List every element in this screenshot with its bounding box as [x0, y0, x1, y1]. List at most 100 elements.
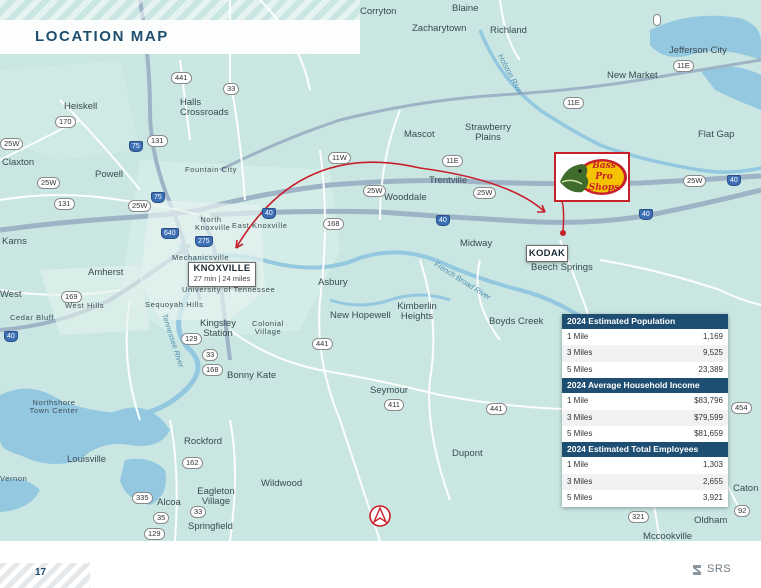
route-shield: 33: [223, 83, 240, 95]
interstate-shield: 40: [639, 209, 653, 220]
stats-heading: 2024 Estimated Population: [562, 314, 728, 329]
page-footer: 17 SRS: [0, 541, 761, 588]
place-label: Richland: [490, 25, 527, 36]
place-label: Oldham: [694, 515, 728, 526]
place-label: Midway: [460, 238, 493, 249]
place-label: Vernon: [0, 474, 28, 483]
place-label: West: [0, 289, 22, 300]
place-label: Caton: [733, 483, 759, 494]
route-shield: 25W: [0, 138, 24, 150]
route-shield: 25W: [683, 175, 707, 187]
route-shield: 35: [153, 512, 170, 524]
route-shield: 131: [147, 135, 168, 147]
route-shield: 131: [54, 198, 75, 210]
srs-logo-icon: [693, 565, 701, 575]
route-shield: 441: [486, 403, 507, 415]
bass-pro-shops-logo[interactable]: Bass Pro Shops: [554, 152, 630, 202]
place-label: Seymour: [370, 385, 409, 396]
stats-value: 1,169: [702, 332, 723, 341]
route-shield: 129: [144, 528, 165, 540]
place-label: Springfield: [188, 521, 233, 532]
place-label: Jefferson City: [669, 45, 727, 56]
stats-row: 5 Miles 23,389: [562, 362, 728, 378]
stats-row: 3 Miles 2,655: [562, 473, 728, 491]
place-label: Heiskell: [64, 101, 98, 112]
interstate-shield: 75: [129, 141, 143, 152]
place-label: Kingsley Station: [200, 318, 236, 339]
route-shield: 33: [202, 349, 219, 361]
place-label: Halls Crossroads: [180, 97, 229, 118]
place-label: Flat Gap: [698, 129, 735, 140]
stats-value: $83,796: [694, 396, 723, 406]
interstate-shield: 75: [151, 192, 165, 203]
place-label: Karns: [2, 236, 27, 247]
stats-value: 23,389: [698, 364, 723, 374]
place-label: Mascot: [404, 129, 435, 140]
stats-label: 3 Miles: [567, 476, 593, 486]
stats-row: 5 Miles $81,659: [562, 426, 728, 442]
place-label: Colonial Village: [252, 319, 284, 336]
stats-heading: 2024 Estimated Total Employees: [562, 442, 728, 458]
place-label: Eagleton Village: [197, 486, 235, 507]
route-shield: [653, 14, 661, 26]
stats-label: 5 Miles: [567, 428, 593, 438]
stats-heading: 2024 Average Household Income: [562, 378, 728, 394]
place-label: Mccookville: [643, 531, 693, 541]
stats-value: $81,659: [694, 428, 723, 438]
place-label: Asbury: [318, 277, 348, 288]
place-label: North Knoxville: [195, 215, 231, 232]
place-label: Kimberlin Heights: [397, 301, 437, 322]
interstate-shield: 640: [161, 228, 179, 239]
page-title: LOCATION MAP: [35, 28, 169, 45]
route-shield: 11E: [563, 97, 584, 109]
route-shield: 92: [734, 505, 751, 517]
route-shield: 11E: [673, 60, 694, 72]
route-shield: 170: [55, 116, 76, 128]
place-label: East Knoxville: [232, 221, 288, 230]
place-label: Wooddale: [384, 192, 427, 203]
bass-pro-shops-logo-mark: Bass Pro Shops: [560, 159, 627, 195]
route-shield: 25W: [473, 187, 497, 199]
callout-drive-time: 27 min | 24 miles: [193, 274, 251, 283]
place-label: Strawberry Plains: [465, 122, 511, 143]
stats-row: 1 Mile $83,796: [562, 393, 728, 409]
place-label: Claxton: [2, 157, 35, 168]
route-shield: 169: [61, 291, 82, 303]
decorative-stripes: [0, 0, 360, 20]
logo-text: Bass: [591, 161, 616, 171]
route-shield: 441: [171, 72, 192, 84]
place-label: Amherst: [88, 267, 124, 278]
route-shield: 411: [384, 399, 404, 411]
compass-icon: [369, 505, 391, 527]
place-label: University of Tennessee: [182, 285, 276, 294]
place-label: Dupont: [452, 448, 483, 459]
place-label: Northshore Town Center: [29, 398, 79, 415]
brand-text: SRS: [707, 563, 732, 575]
place-label: Zacharytown: [412, 23, 467, 34]
place-label: Boyds Creek: [489, 316, 544, 327]
page-number: 17: [35, 567, 47, 578]
interstate-shield: 40: [436, 215, 450, 226]
logo-text: Shops: [589, 183, 619, 193]
stats-label: 3 Miles: [567, 348, 593, 358]
route-shield: 33: [190, 506, 207, 518]
knoxville-callout[interactable]: KNOXVILLE 27 min | 24 miles: [188, 262, 256, 287]
route-shield: 25W: [37, 177, 61, 189]
place-label: New Market: [607, 70, 658, 81]
interstate-shield: 275: [195, 236, 213, 247]
place-label: Mechanicsville: [172, 253, 230, 262]
stats-label: 1 Mile: [567, 332, 589, 341]
place-label: Corryton: [360, 6, 397, 17]
stats-label: 5 Miles: [567, 364, 593, 374]
route-shield: 11E: [442, 155, 463, 167]
route-shield: 168: [202, 364, 223, 376]
place-label: Alcoa: [157, 497, 181, 508]
route-shield: 25W: [363, 185, 387, 197]
interstate-shield: 40: [727, 175, 741, 186]
kodak-callout[interactable]: KODAK: [526, 245, 568, 262]
stats-value: 9,525: [702, 348, 723, 358]
stats-value: 1,303: [702, 460, 723, 470]
place-label: Beech Springs: [531, 262, 593, 273]
place-label: Fountain City: [185, 165, 237, 174]
location-map[interactable]: Blaine Corryton Zacharytown Richland Jef…: [0, 0, 761, 541]
